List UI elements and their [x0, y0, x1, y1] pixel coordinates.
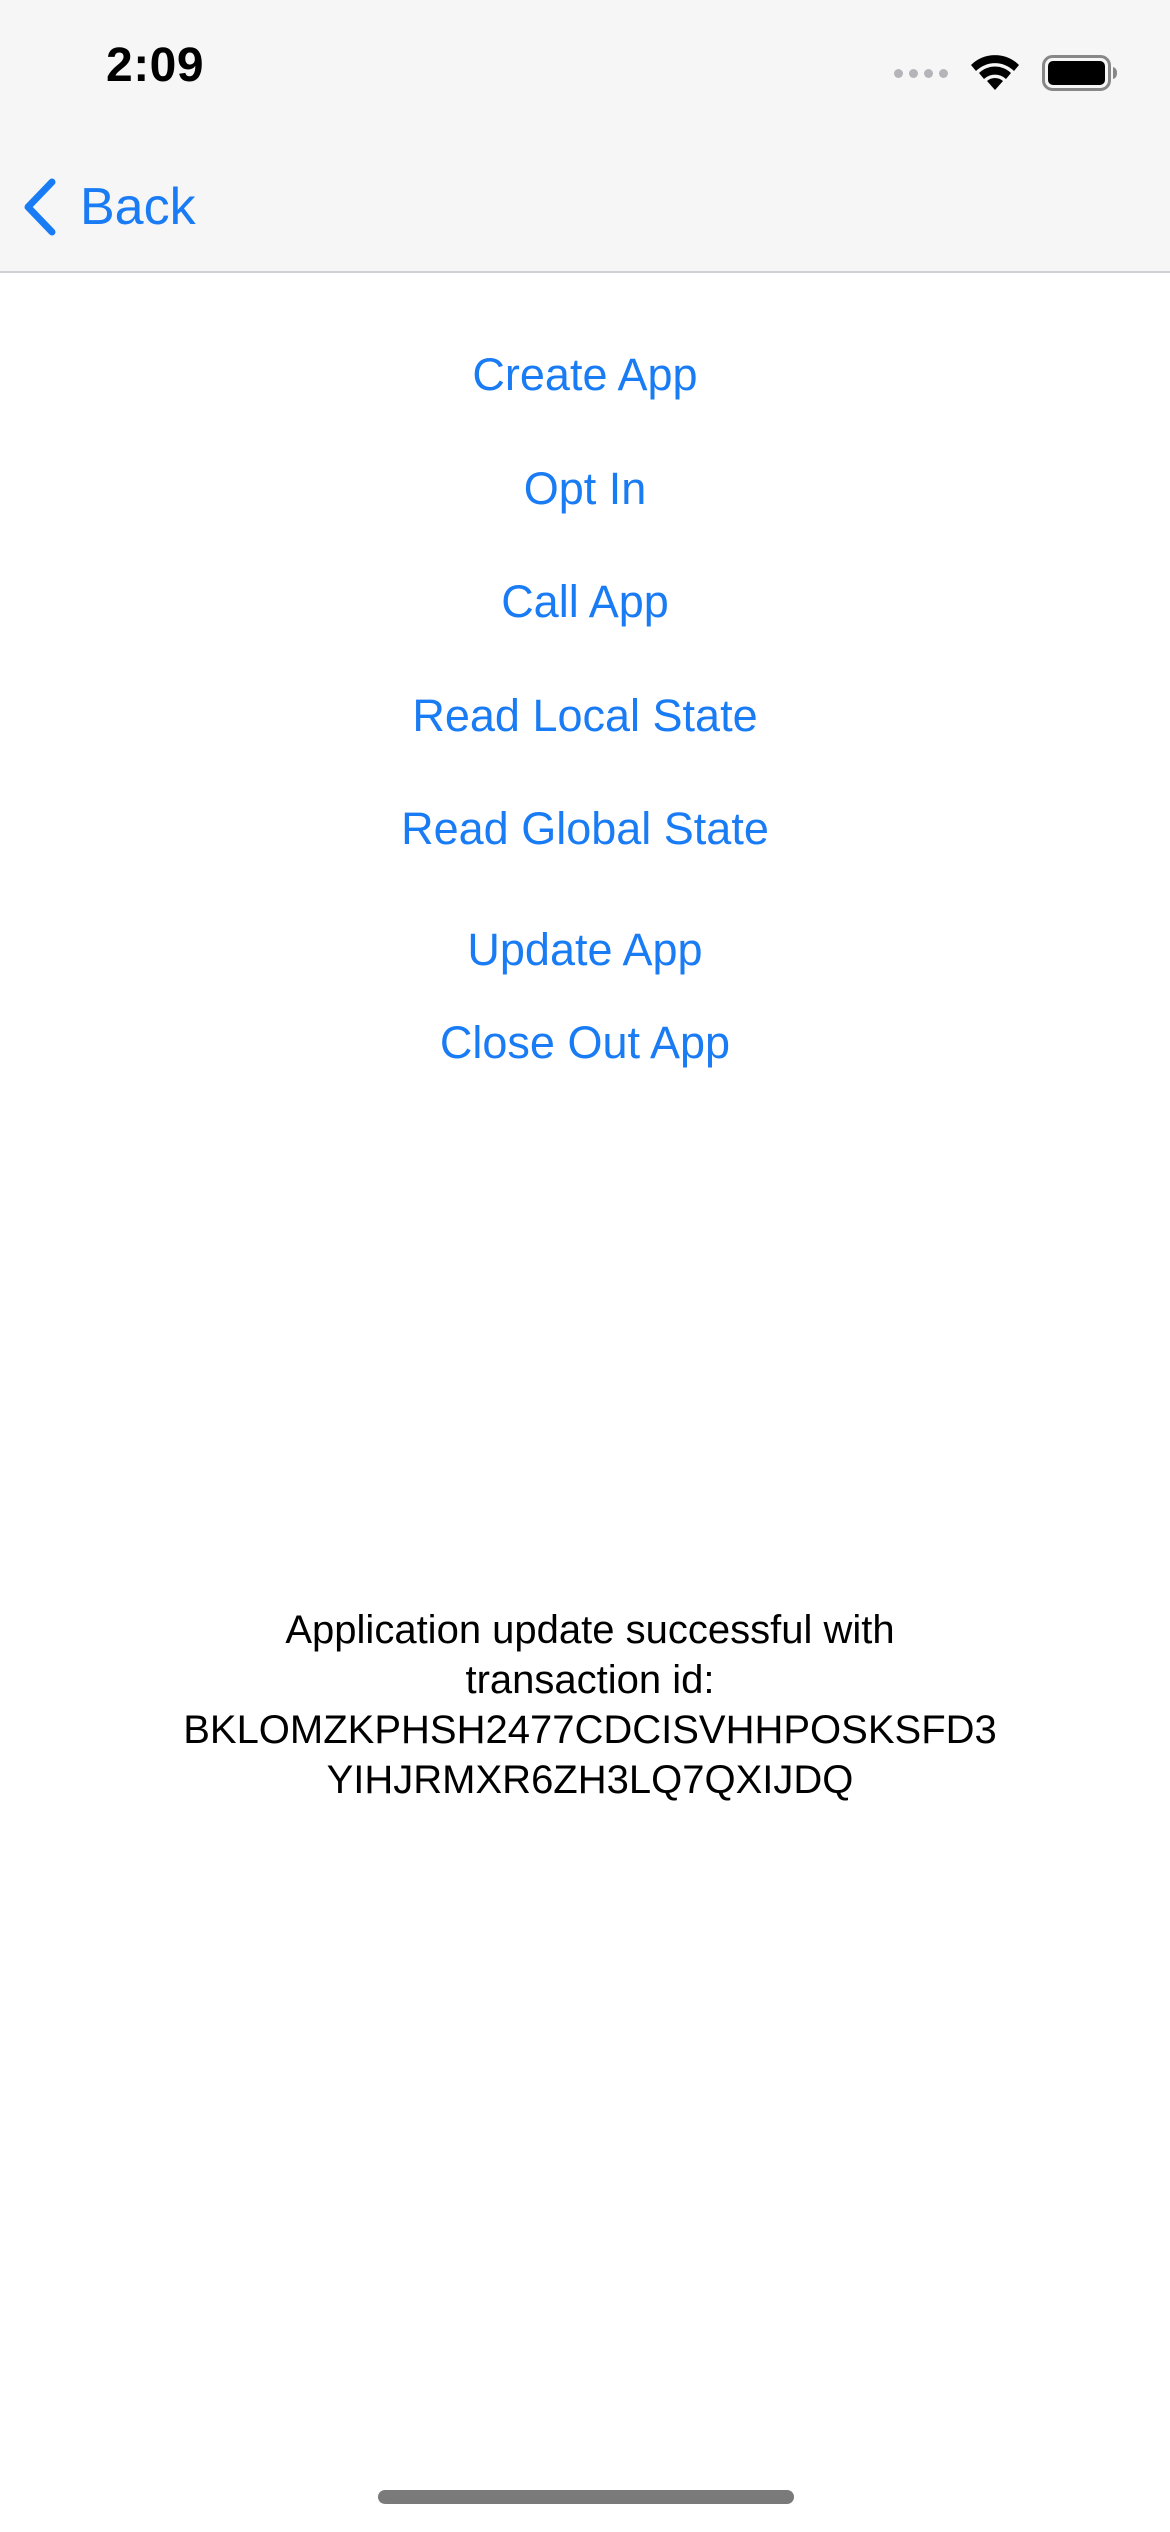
- wifi-icon: [971, 55, 1019, 90]
- signal-dots-icon: [894, 68, 948, 78]
- result-message: Application update successful with trans…: [183, 1608, 997, 1802]
- read-local-state-button[interactable]: Read Local State: [0, 686, 1170, 746]
- status-icons: [894, 48, 1118, 98]
- home-indicator[interactable]: [378, 2490, 794, 2504]
- battery-icon: [1042, 55, 1117, 91]
- chevron-left-icon: [24, 178, 56, 236]
- create-app-button[interactable]: Create App: [0, 345, 1170, 405]
- call-app-button[interactable]: Call App: [0, 572, 1170, 632]
- navigation-bar: 2:09 Back: [0, 0, 1170, 273]
- back-button[interactable]: Back: [22, 172, 196, 242]
- close-out-app-button[interactable]: Close Out App: [0, 1013, 1170, 1073]
- back-label: Back: [80, 178, 196, 236]
- update-app-button[interactable]: Update App: [0, 920, 1170, 980]
- opt-in-button[interactable]: Opt In: [0, 459, 1170, 519]
- read-global-state-button[interactable]: Read Global State: [0, 799, 1170, 859]
- status-time: 2:09: [106, 39, 205, 92]
